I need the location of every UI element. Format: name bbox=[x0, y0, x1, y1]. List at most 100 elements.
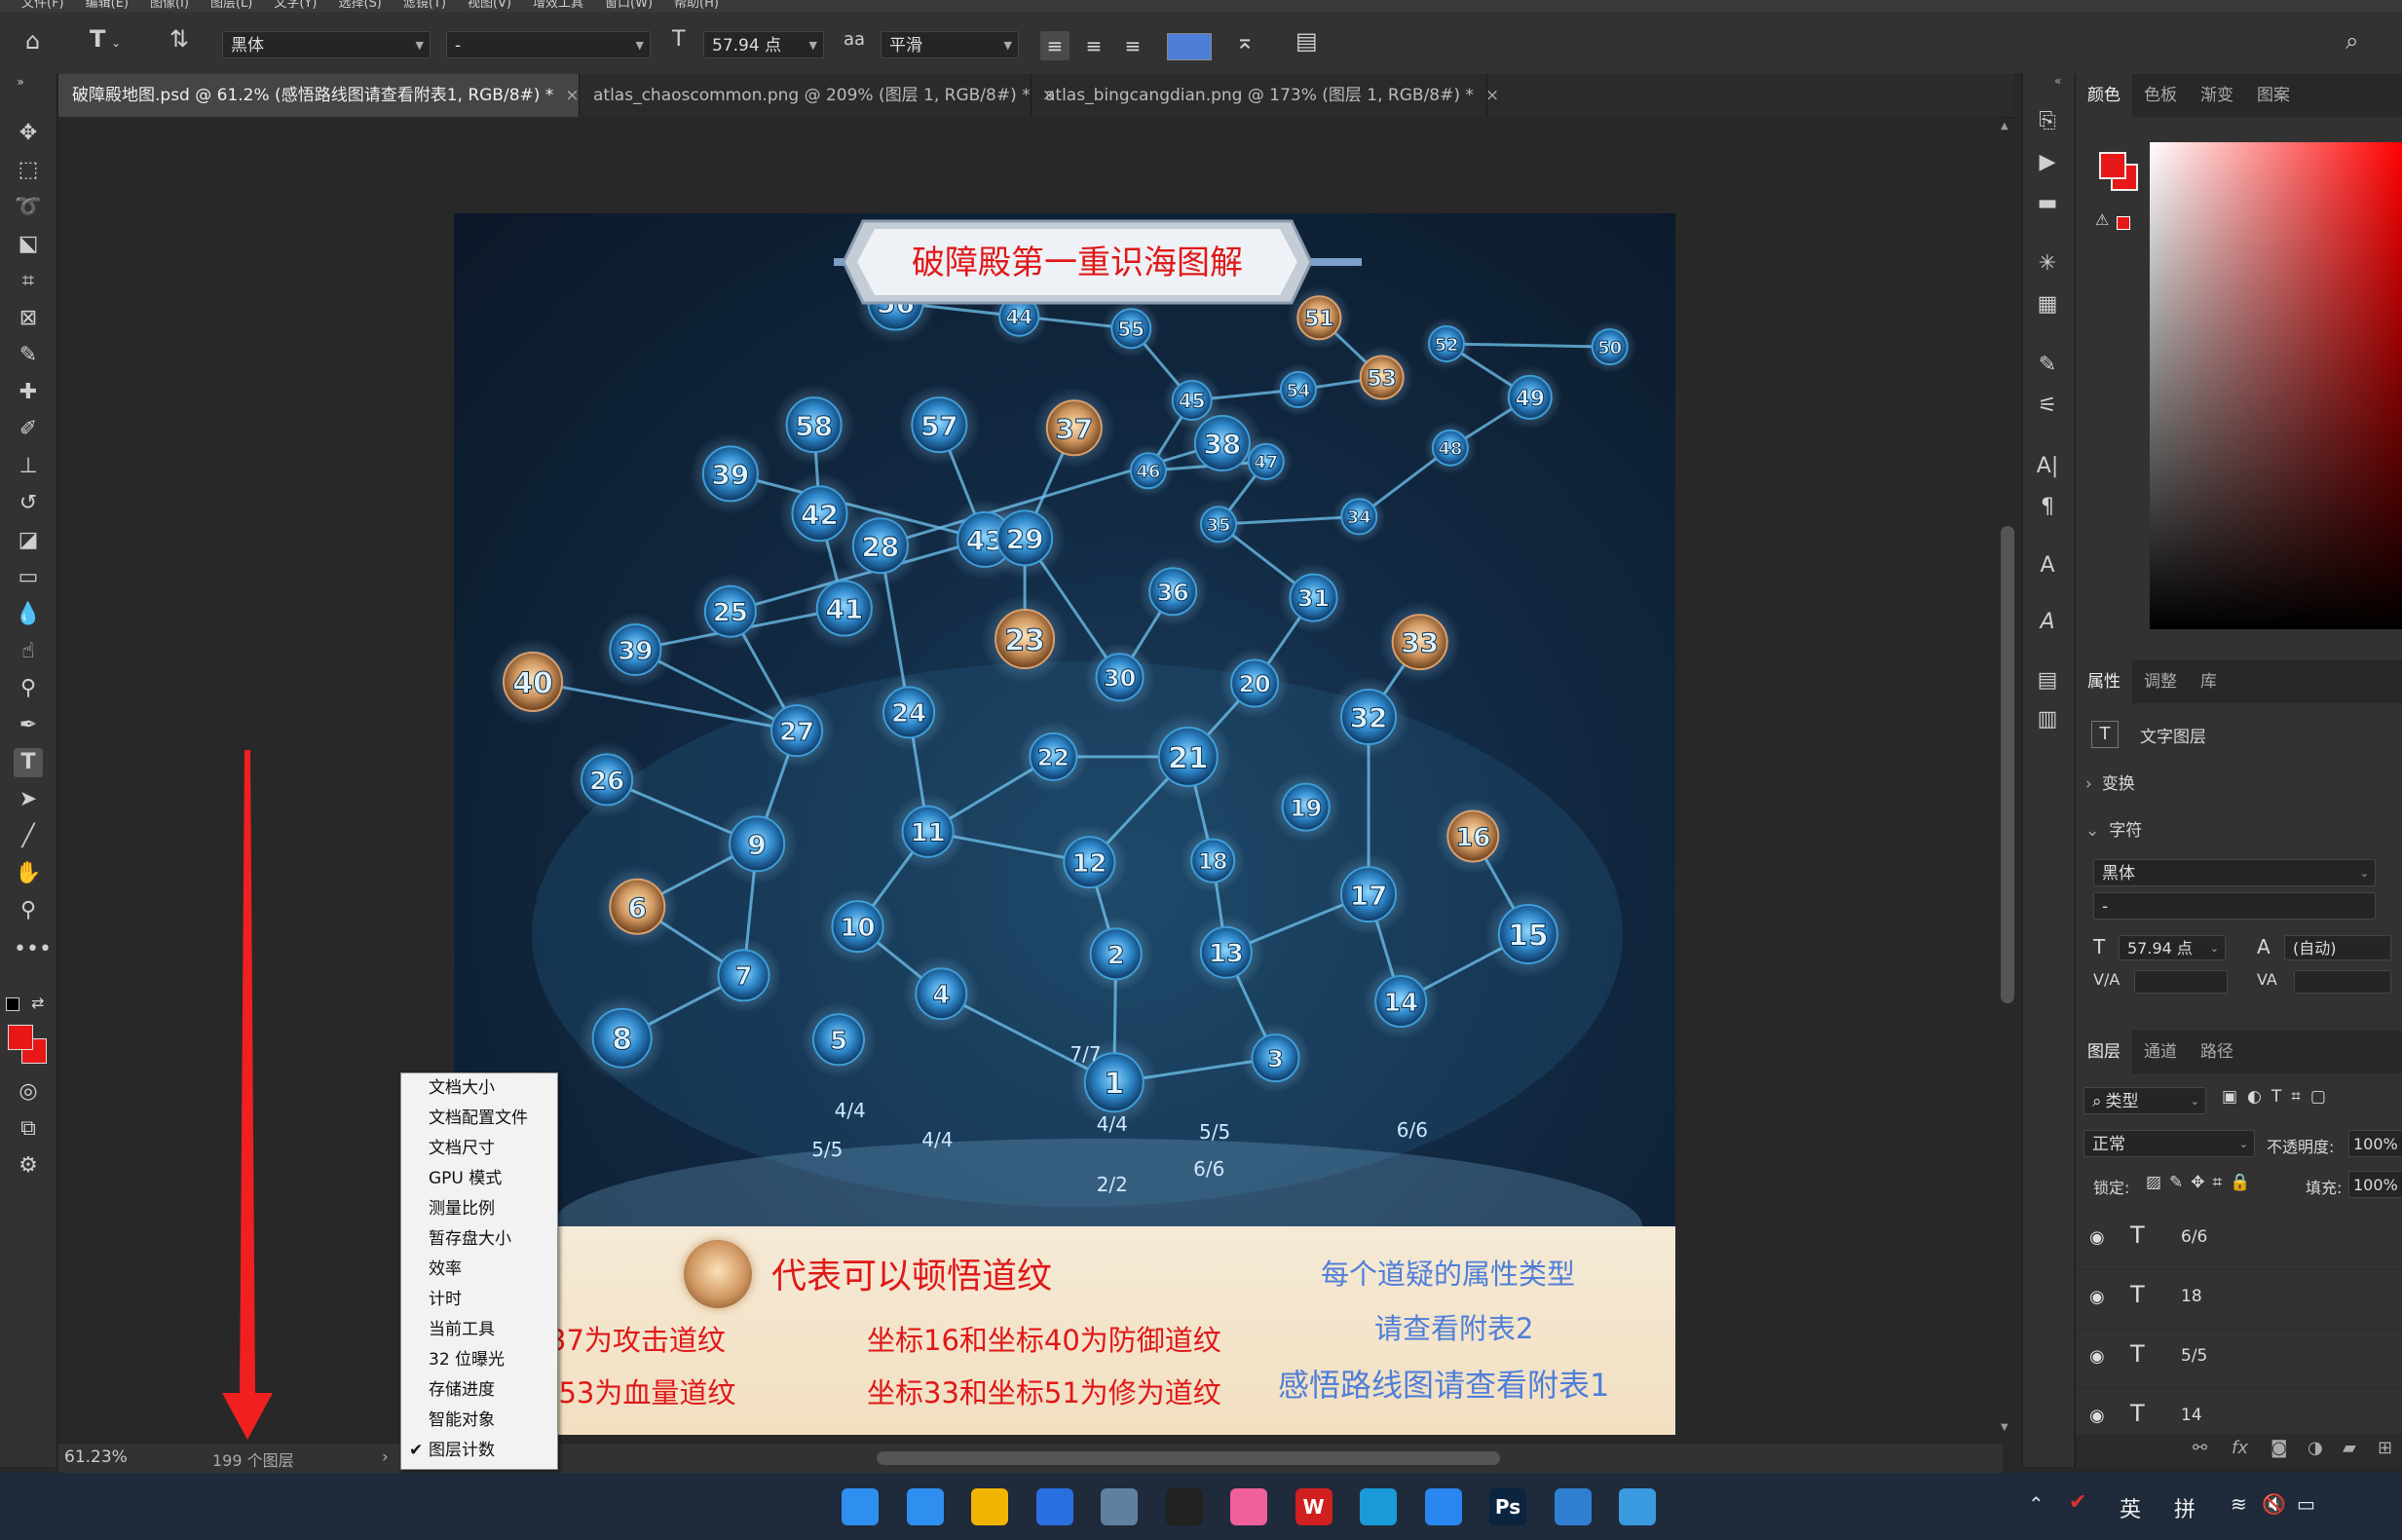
brush-settings-icon[interactable]: ✎ bbox=[2033, 351, 2062, 380]
visibility-eye-icon[interactable]: ◉ bbox=[2089, 1287, 2105, 1307]
adjustments-panel-icon[interactable]: ✳ bbox=[2033, 249, 2062, 279]
character-panel-icon[interactable]: A| bbox=[2033, 452, 2062, 481]
menu-item[interactable]: 暂存盘大小 bbox=[401, 1224, 557, 1255]
vertical-scroll-down-icon[interactable]: ▼ bbox=[2001, 1422, 2008, 1433]
more-tools-icon[interactable]: ••• bbox=[14, 935, 52, 964]
layer-row[interactable]: ◉ T 6/6 bbox=[2076, 1210, 2402, 1270]
text-color-swatch[interactable] bbox=[1167, 33, 1212, 60]
menu-item[interactable]: 计时 bbox=[401, 1285, 557, 1315]
menu-item[interactable]: 当前工具 bbox=[401, 1315, 557, 1345]
tab-gradients[interactable]: 渐变 bbox=[2189, 74, 2245, 117]
menu-item[interactable]: 选择(S) bbox=[338, 0, 381, 10]
tab-document-2[interactable]: atlas_chaoscommon.png @ 209% (图层 1, RGB/… bbox=[580, 74, 1056, 117]
tool-presets-icon[interactable]: ⚟ bbox=[2033, 392, 2062, 421]
healing-brush-tool-icon[interactable]: ✚ bbox=[14, 378, 43, 407]
glyphs-panel-icon[interactable]: A bbox=[2033, 551, 2062, 581]
photos-icon[interactable] bbox=[1619, 1488, 1656, 1525]
store-icon[interactable] bbox=[906, 1488, 944, 1525]
menu-item[interactable]: GPU 模式 bbox=[401, 1164, 557, 1194]
character-styles-icon[interactable]: A bbox=[2033, 608, 2062, 637]
menu-item[interactable]: 文档配置文件 bbox=[401, 1104, 557, 1134]
menu-item[interactable]: 文档大小 bbox=[401, 1073, 557, 1104]
home-icon[interactable]: ⌂ bbox=[25, 27, 40, 55]
properties-font-select[interactable]: 黑体 ⌄ bbox=[2093, 859, 2376, 886]
status-menu-arrow-icon[interactable]: › bbox=[382, 1447, 389, 1467]
foreground-color-swatch[interactable] bbox=[8, 1025, 33, 1050]
layer-style-icon[interactable]: fx bbox=[2232, 1438, 2248, 1458]
adjustment-layer-icon[interactable]: ◑ bbox=[2308, 1438, 2323, 1458]
tab-document-3[interactable]: atlas_bingcangdian.png @ 173% (图层 1, RGB… bbox=[1032, 74, 1499, 117]
visibility-eye-icon[interactable]: ◉ bbox=[2089, 1406, 2105, 1426]
ime-mode[interactable]: 拼 bbox=[2174, 1492, 2196, 1523]
collapse-panels-icon[interactable]: « bbox=[2054, 74, 2061, 88]
edge-icon[interactable] bbox=[1360, 1488, 1397, 1525]
object-select-tool-icon[interactable]: ⬕ bbox=[14, 230, 43, 259]
eraser-tool-icon[interactable]: ◪ bbox=[14, 526, 43, 555]
histogram-panel-icon[interactable]: ▦ bbox=[2033, 290, 2062, 319]
font-size-input[interactable]: 57.94 点 ▼ bbox=[703, 31, 824, 58]
windows-start-icon[interactable] bbox=[842, 1488, 879, 1525]
visibility-eye-icon[interactable]: ◉ bbox=[2089, 1227, 2105, 1248]
link-layers-icon[interactable]: ⚯ bbox=[2193, 1438, 2207, 1458]
stamp-tool-icon[interactable]: ⊥ bbox=[14, 452, 43, 481]
menu-item[interactable]: 帮助(H) bbox=[674, 0, 719, 10]
wps-icon[interactable]: W bbox=[1295, 1488, 1332, 1525]
move-tool-icon[interactable]: ✥ bbox=[14, 119, 43, 148]
warp-text-icon[interactable]: ⌅ bbox=[1235, 27, 1255, 55]
brush-tool-icon[interactable]: ✐ bbox=[14, 415, 43, 444]
history-panel-icon[interactable]: ⎘ bbox=[2033, 107, 2062, 136]
tab-swatches[interactable]: 色板 bbox=[2132, 74, 2189, 117]
menu-item[interactable]: 智能对象 bbox=[401, 1406, 557, 1436]
quick-mask-icon[interactable]: ◎ bbox=[14, 1077, 43, 1107]
menu-item[interactable]: 文字(Y) bbox=[274, 0, 317, 10]
document-canvas[interactable]: 5644555152505857383745545349394647484243… bbox=[454, 213, 1675, 1435]
fill-input[interactable]: 100% bbox=[2348, 1171, 2402, 1198]
status-info[interactable]: 199 个图层 bbox=[212, 1447, 294, 1471]
crop-tool-icon[interactable]: ⌗ bbox=[14, 267, 43, 296]
libraries-icon[interactable]: ▤ bbox=[2033, 666, 2062, 695]
type-tool-icon[interactable]: T bbox=[14, 748, 43, 777]
search-icon[interactable]: ⌕ bbox=[2346, 27, 2358, 55]
tab-color[interactable]: 颜色 bbox=[2076, 74, 2132, 117]
blur-tool-icon[interactable]: 💧 bbox=[14, 600, 43, 629]
properties-tracking-input[interactable] bbox=[2294, 970, 2391, 994]
ime-language[interactable]: 英 bbox=[2120, 1492, 2141, 1523]
horizontal-scrollbar-thumb[interactable] bbox=[877, 1451, 1500, 1465]
text-orientation-icon[interactable]: ⇅ bbox=[169, 25, 189, 53]
menu-item[interactable]: 视图(V) bbox=[468, 0, 511, 10]
font-style-select[interactable]: - ▼ bbox=[446, 31, 651, 58]
close-icon[interactable]: × bbox=[565, 86, 579, 105]
tab-adjustments[interactable]: 调整 bbox=[2132, 660, 2189, 703]
pen-tool-icon[interactable]: ✒ bbox=[14, 711, 43, 740]
color-panel-foreground[interactable] bbox=[2099, 152, 2126, 179]
marquee-tool-icon[interactable]: ⬚ bbox=[14, 156, 43, 185]
frame-tool-icon[interactable]: ⊠ bbox=[14, 304, 43, 333]
close-icon[interactable]: × bbox=[1485, 86, 1499, 105]
battery-icon[interactable]: ▭ bbox=[2297, 1492, 2315, 1516]
bilibili-icon[interactable] bbox=[1230, 1488, 1267, 1525]
collapse-icon[interactable]: » bbox=[6, 74, 35, 90]
menu-item[interactable]: 滤镜(T) bbox=[403, 0, 446, 10]
menu-item[interactable]: 效率 bbox=[401, 1255, 557, 1285]
default-colors-icon[interactable] bbox=[6, 997, 19, 1011]
transform-section[interactable]: › 变换 bbox=[2085, 770, 2135, 794]
actions-panel-icon[interactable]: ▶ bbox=[2033, 148, 2062, 177]
character-section[interactable]: ⌄ 字符 bbox=[2085, 816, 2142, 841]
gamut-swatch[interactable] bbox=[2117, 216, 2130, 230]
tab-patterns[interactable]: 图案 bbox=[2245, 74, 2302, 117]
lasso-tool-icon[interactable]: ➰ bbox=[14, 193, 43, 222]
menu-item[interactable]: 测量比例 bbox=[401, 1194, 557, 1224]
tray-overflow-icon[interactable]: ⌃ bbox=[2028, 1492, 2045, 1516]
lock-icons[interactable]: ▨✎✥⌗🔒 bbox=[2146, 1173, 2258, 1192]
tab-paths[interactable]: 路径 bbox=[2189, 1031, 2245, 1073]
notes-icon[interactable]: ▥ bbox=[2033, 705, 2062, 734]
edit-toolbar-icon[interactable]: ⚙ bbox=[14, 1151, 43, 1181]
smudge-tool-icon[interactable]: ☝ bbox=[14, 637, 43, 666]
visibility-eye-icon[interactable]: ◉ bbox=[2089, 1346, 2105, 1367]
volume-muted-icon[interactable]: 🔇 bbox=[2262, 1492, 2286, 1516]
align-right-button[interactable]: ≡ bbox=[1118, 31, 1147, 60]
layer-mask-icon[interactable]: ◙ bbox=[2271, 1438, 2287, 1458]
layer-row[interactable]: ◉ T 18 bbox=[2076, 1269, 2402, 1330]
hand-tool-icon[interactable]: ✋ bbox=[14, 859, 43, 888]
paragraph-panel-icon[interactable]: ¶ bbox=[2033, 493, 2062, 522]
